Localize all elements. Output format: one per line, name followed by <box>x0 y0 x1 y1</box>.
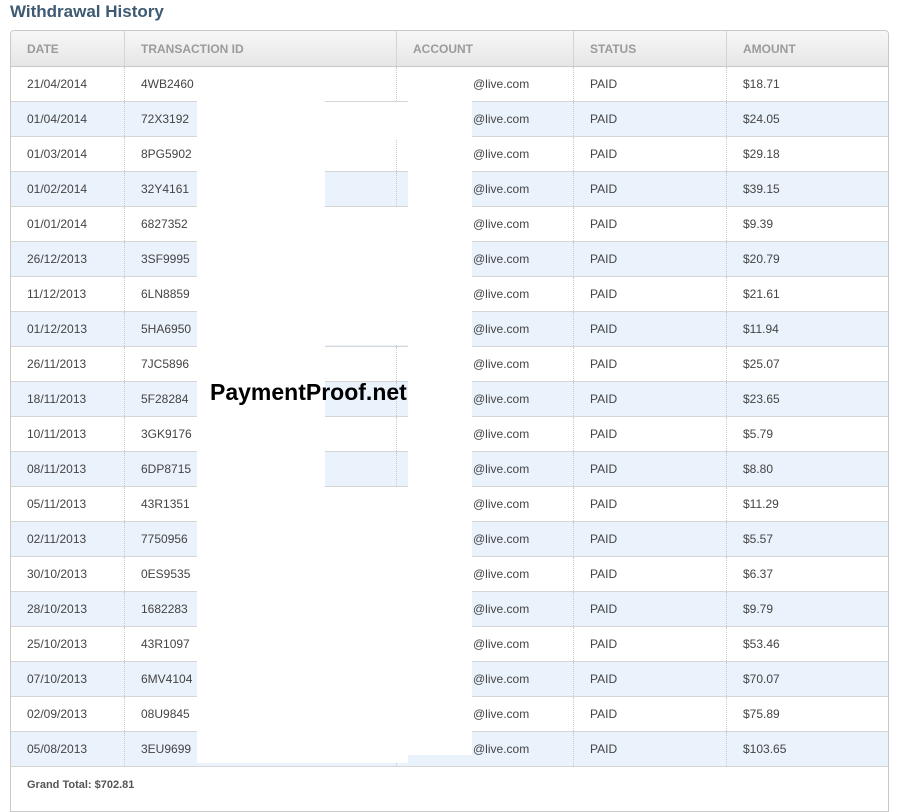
status-cell: PAID <box>573 417 726 451</box>
redaction-block <box>408 87 472 755</box>
account-text: @live.com <box>473 392 530 406</box>
status-cell: PAID <box>573 382 726 416</box>
status-cell: PAID <box>573 137 726 171</box>
watermark-text: PaymentProof.net <box>210 379 407 405</box>
date-cell: 01/01/2014 <box>27 217 88 231</box>
amount-cell: $11.94 <box>726 312 888 346</box>
amount-cell: $8.80 <box>726 452 888 486</box>
account-text: @live.com <box>473 77 530 91</box>
amount-cell: $5.79 <box>726 417 888 451</box>
status-cell: PAID <box>573 172 726 206</box>
status-cell: PAID <box>573 242 726 276</box>
account-text: @live.com <box>473 462 530 476</box>
amount-cell: $11.29 <box>726 487 888 521</box>
account-text: @live.com <box>473 532 530 546</box>
date-cell: 26/11/2013 <box>27 357 87 371</box>
amount-cell: $9.79 <box>726 592 888 626</box>
account-text: @live.com <box>473 707 530 721</box>
status-cell: PAID <box>573 102 726 136</box>
date-cell: 18/11/2013 <box>27 392 87 406</box>
date-cell: 28/10/2013 <box>27 602 88 616</box>
column-header-date[interactable]: DATE <box>11 31 124 66</box>
amount-cell: $20.79 <box>726 242 888 276</box>
redaction-block <box>325 207 408 345</box>
account-text: @live.com <box>473 217 530 231</box>
date-cell: 05/08/2013 <box>27 742 88 756</box>
account-text: @live.com <box>473 637 530 651</box>
status-cell: PAID <box>573 67 726 101</box>
redaction-block <box>197 87 325 763</box>
column-header-account[interactable]: ACCOUNT <box>396 31 573 66</box>
account-text: @live.com <box>473 182 530 196</box>
status-cell: PAID <box>573 732 726 766</box>
amount-cell: $29.18 <box>726 137 888 171</box>
amount-cell: $6.37 <box>726 557 888 591</box>
date-cell: 21/04/2014 <box>27 77 88 91</box>
account-text: @live.com <box>473 497 530 511</box>
status-cell: PAID <box>573 697 726 731</box>
amount-cell: $24.05 <box>726 102 888 136</box>
amount-cell: $25.07 <box>726 347 888 381</box>
column-header-status[interactable]: STATUS <box>573 31 726 66</box>
status-cell: PAID <box>573 557 726 591</box>
date-cell: 01/02/2014 <box>27 182 88 196</box>
status-cell: PAID <box>573 627 726 661</box>
date-cell: 10/11/2013 <box>27 427 87 441</box>
account-text: @live.com <box>473 322 530 336</box>
amount-cell: $53.46 <box>726 627 888 661</box>
table-footer: Grand Total: $702.81 <box>11 767 888 811</box>
amount-cell: $75.89 <box>726 697 888 731</box>
date-cell: 11/12/2013 <box>27 287 87 301</box>
date-cell: 07/10/2013 <box>27 672 88 686</box>
amount-cell: $5.57 <box>726 522 888 556</box>
date-cell: 02/11/2013 <box>27 532 87 546</box>
amount-cell: $21.61 <box>726 277 888 311</box>
redaction-block <box>325 487 408 763</box>
status-cell: PAID <box>573 347 726 381</box>
amount-cell: $23.65 <box>726 382 888 416</box>
date-cell: 08/11/2013 <box>27 462 87 476</box>
amount-cell: $39.15 <box>726 172 888 206</box>
page-title: Withdrawal History <box>10 2 164 21</box>
status-cell: PAID <box>573 207 726 241</box>
amount-cell: $103.65 <box>726 732 888 766</box>
redaction-block <box>325 102 408 139</box>
account-text: @live.com <box>473 672 530 686</box>
amount-cell: $70.07 <box>726 662 888 696</box>
column-header-amount[interactable]: AMOUNT <box>726 31 888 66</box>
status-cell: PAID <box>573 487 726 521</box>
amount-cell: $18.71 <box>726 67 888 101</box>
account-text: @live.com <box>473 602 530 616</box>
account-text: @live.com <box>473 427 530 441</box>
account-text: @live.com <box>473 742 530 756</box>
column-header-transaction-id[interactable]: TRANSACTION ID <box>124 31 396 66</box>
status-cell: PAID <box>573 312 726 346</box>
account-text: @live.com <box>473 112 530 126</box>
status-cell: PAID <box>573 277 726 311</box>
withdrawal-table: DATE TRANSACTION ID ACCOUNT STATUS AMOUN… <box>10 30 889 812</box>
date-cell: 05/11/2013 <box>27 497 87 511</box>
account-text: @live.com <box>473 147 530 161</box>
date-cell: 30/10/2013 <box>27 567 88 581</box>
account-text: @live.com <box>473 567 530 581</box>
date-cell: 01/12/2013 <box>27 322 88 336</box>
status-cell: PAID <box>573 452 726 486</box>
date-cell: 01/04/2014 <box>27 112 88 126</box>
amount-cell: $9.39 <box>726 207 888 241</box>
status-cell: PAID <box>573 662 726 696</box>
date-cell: 02/09/2013 <box>27 707 88 721</box>
table-header: DATE TRANSACTION ID ACCOUNT STATUS AMOUN… <box>11 31 888 67</box>
account-text: @live.com <box>473 287 530 301</box>
status-cell: PAID <box>573 522 726 556</box>
date-cell: 25/10/2013 <box>27 637 88 651</box>
date-cell: 01/03/2014 <box>27 147 88 161</box>
status-cell: PAID <box>573 592 726 626</box>
date-cell: 26/12/2013 <box>27 252 88 266</box>
account-text: @live.com <box>473 252 530 266</box>
grand-total: Grand Total: $702.81 <box>27 779 135 791</box>
account-text: @live.com <box>473 357 530 371</box>
